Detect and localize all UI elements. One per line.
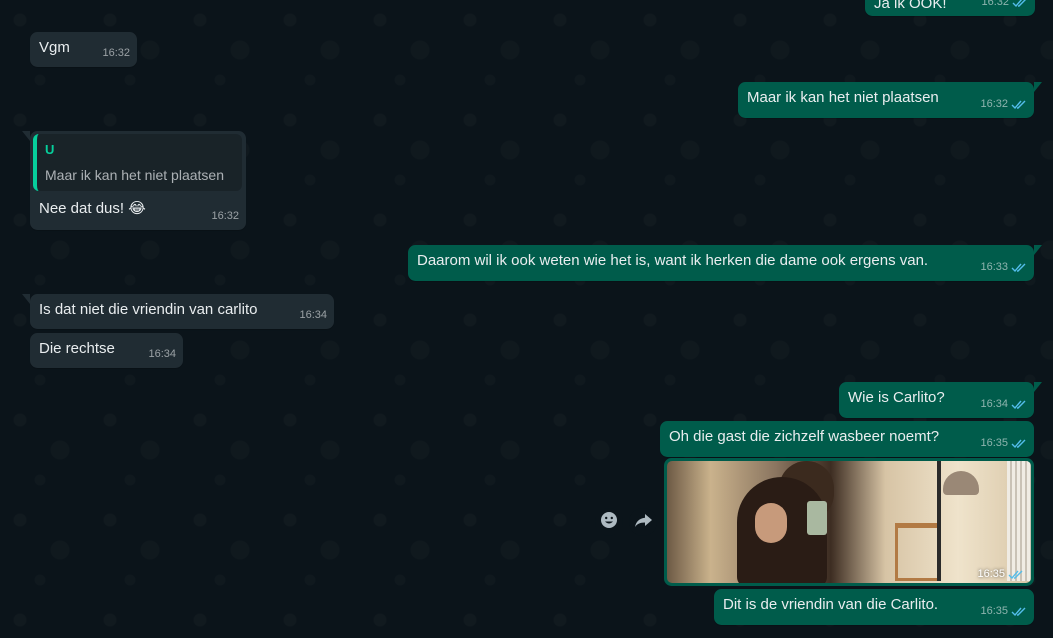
message-time: 16:34 bbox=[299, 309, 327, 321]
message-incoming[interactable]: Vgm 16:32 bbox=[30, 32, 137, 67]
message-text: Nee dat dus! 😂 bbox=[39, 200, 146, 217]
message-outgoing[interactable]: Dit is de vriendin van die Carlito. 16:3… bbox=[714, 589, 1034, 625]
message-text: Oh die gast die zichzelf wasbeer noemt? bbox=[669, 428, 940, 445]
message-outgoing[interactable]: Ja ik OOK! 16:32 bbox=[865, 0, 1035, 16]
message-incoming-reply[interactable]: U Maar ik kan het niet plaatsen Nee dat … bbox=[22, 131, 246, 230]
double-check-icon bbox=[1011, 438, 1027, 449]
message-meta: 16:35 bbox=[977, 568, 1024, 580]
message-time: 16:32 bbox=[981, 0, 1009, 8]
message-time: 16:34 bbox=[148, 348, 176, 360]
message-meta: 16:34 bbox=[148, 344, 176, 364]
message-meta: 16:32 bbox=[981, 0, 1028, 12]
photo-lamp bbox=[943, 471, 979, 495]
double-check-icon bbox=[1011, 399, 1027, 410]
double-check-icon bbox=[1012, 0, 1028, 8]
message-outgoing[interactable]: Wie is Carlito? 16:34 bbox=[839, 382, 1042, 418]
photo-phone bbox=[807, 501, 827, 535]
message-meta: 16:33 bbox=[980, 257, 1027, 277]
forward-icon bbox=[633, 510, 653, 535]
message-time: 16:32 bbox=[211, 210, 239, 222]
message-meta: 16:34 bbox=[980, 394, 1027, 414]
image-message[interactable]: 16:35 bbox=[664, 458, 1034, 586]
message-text: Daarom wil ik ook weten wie het is, want… bbox=[417, 252, 929, 269]
message-time: 16:32 bbox=[102, 47, 130, 59]
quoted-author: U bbox=[45, 142, 55, 157]
message-meta: 16:34 bbox=[299, 305, 327, 325]
message-time: 16:34 bbox=[980, 398, 1008, 410]
message-text: Dit is de vriendin van die Carlito. bbox=[723, 596, 939, 613]
double-check-icon bbox=[1008, 569, 1024, 580]
message-outgoing[interactable]: Oh die gast die zichzelf wasbeer noemt? … bbox=[660, 421, 1034, 457]
message-meta: 16:32 bbox=[211, 206, 239, 226]
message-text: Vgm bbox=[39, 39, 70, 56]
emoji-icon bbox=[599, 510, 619, 535]
double-check-icon bbox=[1011, 99, 1027, 110]
double-check-icon bbox=[1011, 262, 1027, 273]
message-time: 16:32 bbox=[980, 98, 1008, 110]
photo-mirror-frame bbox=[937, 461, 941, 581]
quoted-message[interactable]: U Maar ik kan het niet plaatsen bbox=[33, 134, 242, 191]
photo-figure bbox=[755, 503, 787, 543]
message-time: 16:35 bbox=[977, 568, 1005, 580]
double-check-icon bbox=[1011, 606, 1027, 617]
message-incoming[interactable]: Die rechtse 16:34 bbox=[30, 333, 183, 368]
message-incoming[interactable]: Is dat niet die vriendin van carlito 16:… bbox=[22, 294, 334, 329]
forward-button[interactable] bbox=[629, 508, 657, 536]
message-meta: 16:35 bbox=[980, 601, 1027, 621]
message-outgoing[interactable]: Daarom wil ik ook weten wie het is, want… bbox=[408, 245, 1042, 281]
message-text: Wie is Carlito? bbox=[848, 389, 945, 406]
message-text: Die rechtse bbox=[39, 340, 115, 357]
quoted-text: Maar ik kan het niet plaatsen bbox=[45, 167, 224, 183]
message-time: 16:33 bbox=[980, 261, 1008, 273]
photo-shelf bbox=[895, 523, 941, 581]
message-outgoing[interactable]: Maar ik kan het niet plaatsen 16:32 bbox=[738, 82, 1042, 118]
photo-radiator bbox=[1007, 461, 1031, 581]
message-text: Maar ik kan het niet plaatsen bbox=[747, 89, 939, 106]
message-meta: 16:35 bbox=[980, 433, 1027, 453]
message-text: Ja ik OOK! bbox=[874, 0, 947, 12]
message-time: 16:35 bbox=[980, 437, 1008, 449]
message-time: 16:35 bbox=[980, 605, 1008, 617]
message-meta: 16:32 bbox=[102, 43, 130, 63]
message-photo[interactable] bbox=[667, 461, 1031, 583]
message-text: Is dat niet die vriendin van carlito bbox=[39, 301, 258, 318]
message-meta: 16:32 bbox=[980, 94, 1027, 114]
react-button[interactable] bbox=[595, 508, 623, 536]
